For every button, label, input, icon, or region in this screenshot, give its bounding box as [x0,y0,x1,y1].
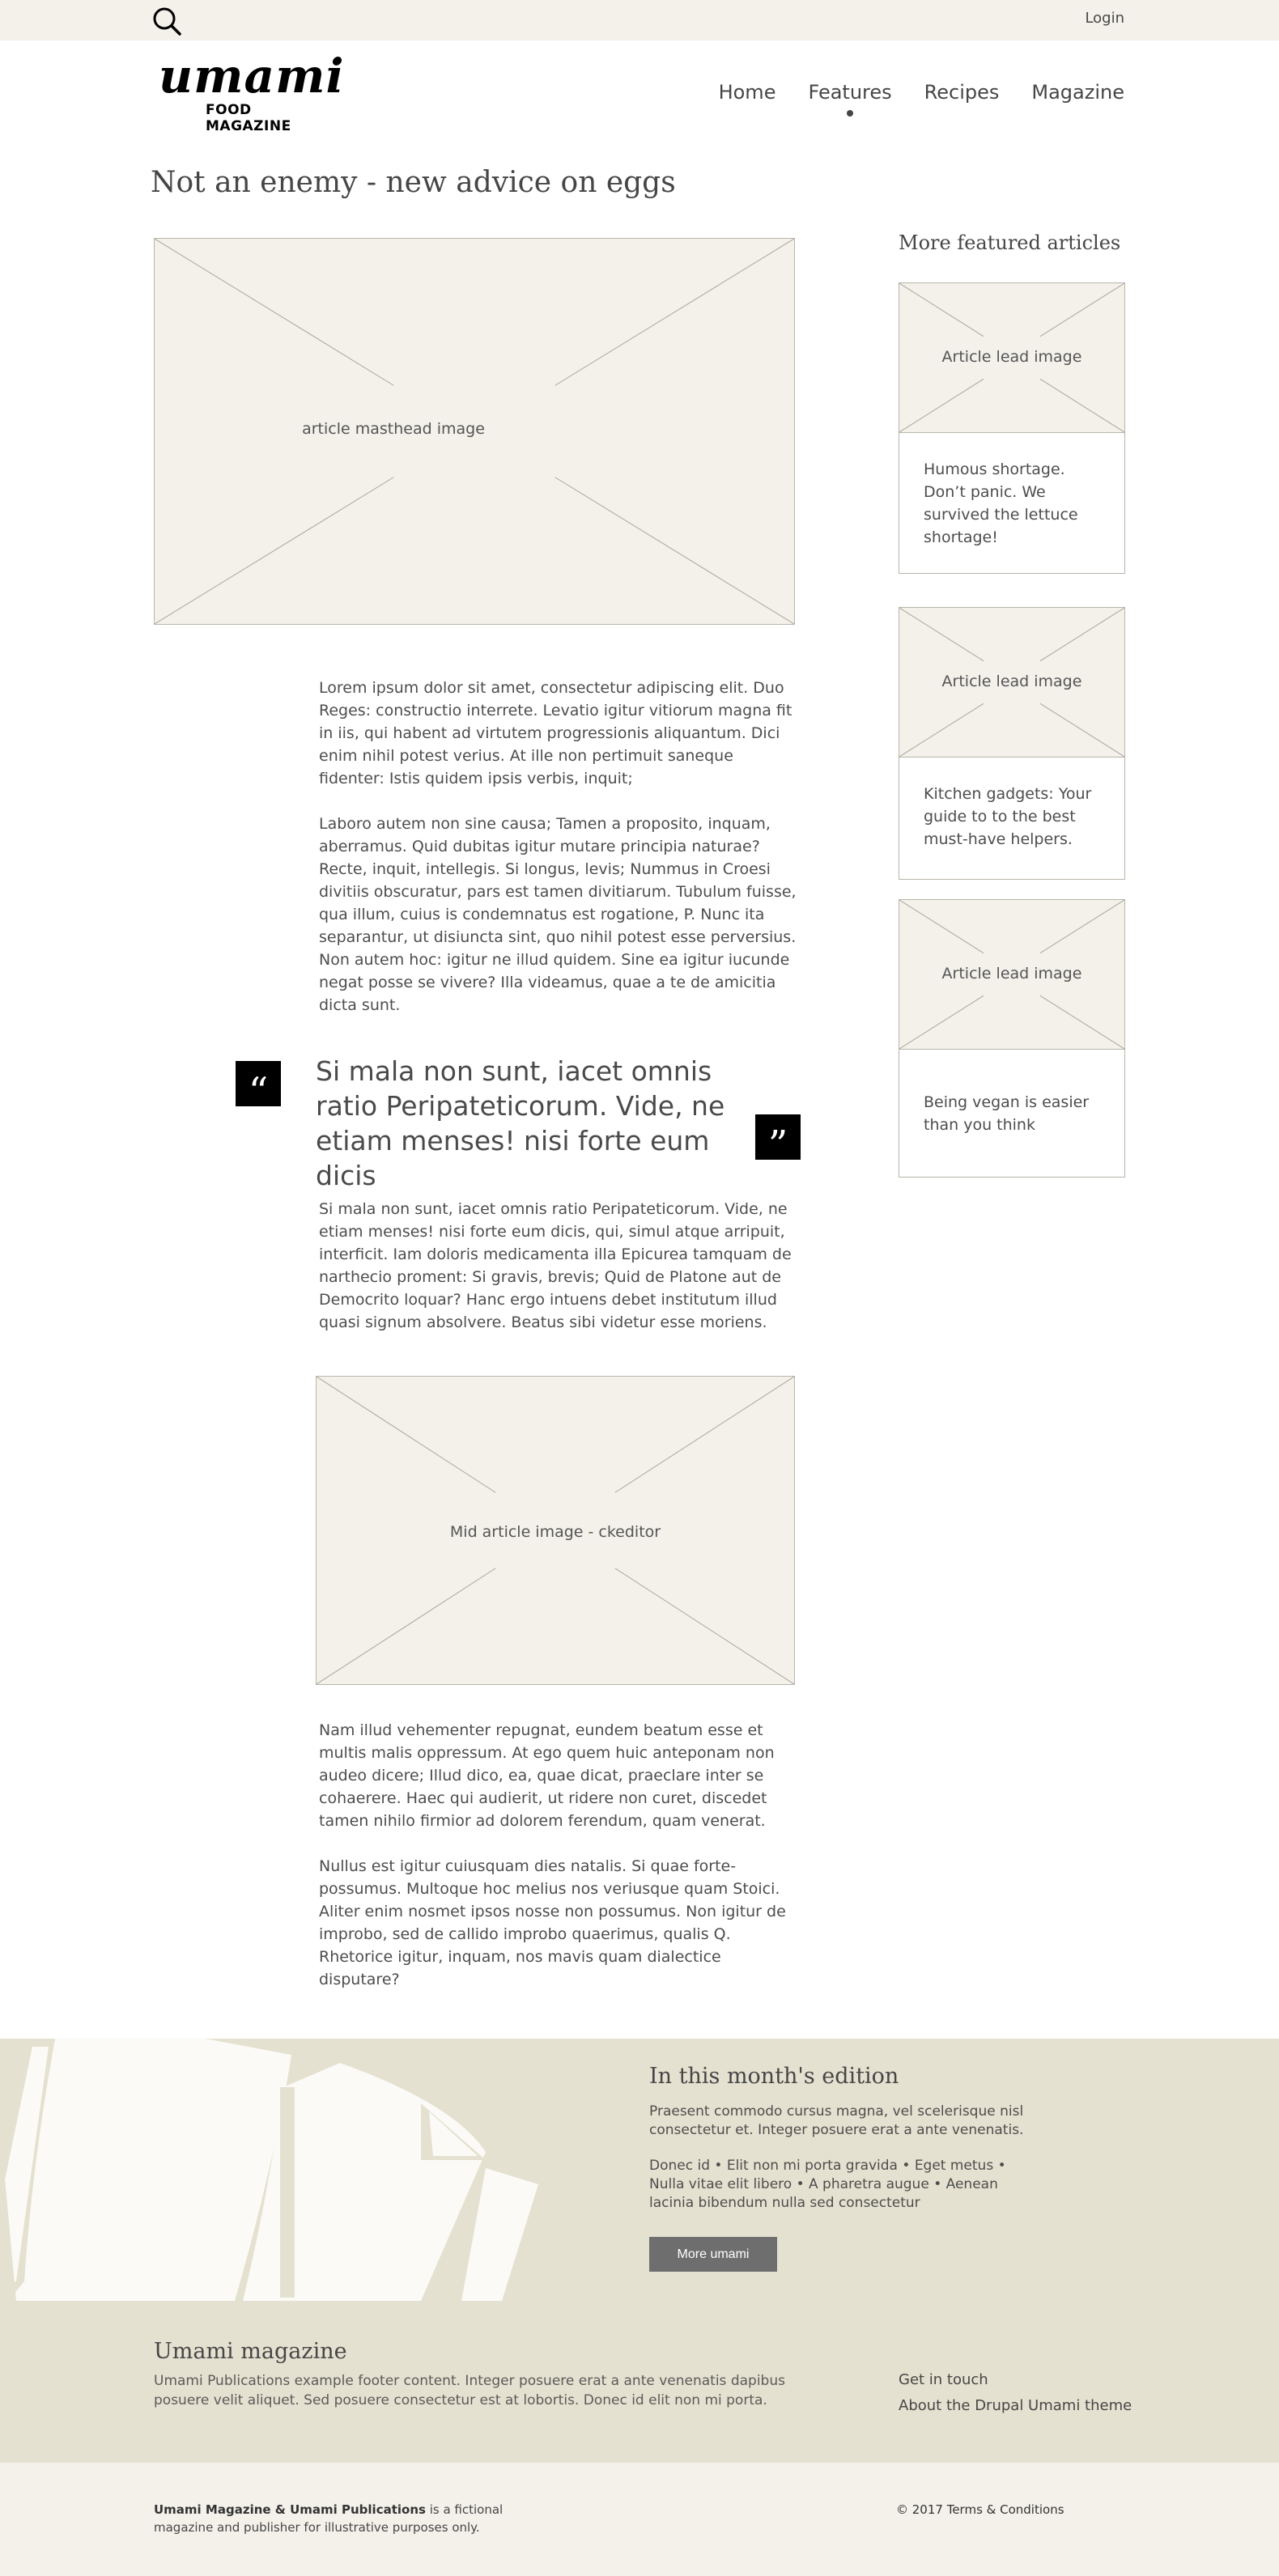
footer-title: Umami magazine [154,2339,347,2364]
lead-image-caption: Article lead image [941,348,1082,366]
quote-open-icon: “ [236,1061,281,1114]
masthead-caption: article masthead image [302,420,485,438]
search-icon[interactable] [151,5,183,37]
login-link[interactable]: Login [1085,10,1124,27]
disclaimer-brand: Umami Magazine & Umami Publications [154,2502,426,2517]
quote-close-icon: ” [755,1114,801,1168]
main-nav: Home Features Recipes Magazine [719,81,1124,117]
lead-image-caption: Article lead image [941,673,1082,690]
article-masthead-image: article masthead image [154,238,795,625]
article-paragraph: Lorem ipsum dolor sit amet, consectetur … [319,679,792,787]
footer-text: Umami Publications example footer conten… [154,2373,785,2408]
mid-image-caption: Mid article image - ckeditor [449,1523,661,1541]
article-paragraph: Si mala non sunt, iacet omnis ratio Peri… [319,1200,792,1331]
promo-text: Praesent commodo cursus magna, vel scele… [649,2103,1024,2138]
logo-wordmark: umami [159,49,345,104]
featured-article-card[interactable]: Article lead image Humous shortage. Don’… [899,282,1125,574]
more-umami-button[interactable]: More umami [649,2237,777,2272]
featured-article-card[interactable]: Article lead image Being vegan is easier… [899,899,1125,1178]
sidebar-title: More featured articles [899,231,1121,254]
nav-home[interactable]: Home [719,81,776,104]
article-paragraph: Nullus est igitur cuiusquam dies natalis… [319,1857,786,1988]
mid-article-image: Mid article image - ckeditor [316,1376,795,1685]
nav-features[interactable]: Features [808,81,892,117]
copyright[interactable]: © 2017 Terms & Conditions [896,2502,1064,2517]
nav-recipes[interactable]: Recipes [924,81,1000,104]
site-logo[interactable]: umami FOOD MAGAZINE [159,49,344,134]
pull-quote: Si mala non sunt, iacet omnis ratio Peri… [316,1055,725,1191]
article-lead-image: Article lead image [899,608,1124,758]
article-paragraph: Nam illud vehementer repugnat, eundem be… [319,1721,775,1830]
promo-list: Donec id • Elit non mi porta gravida • E… [649,2158,1006,2211]
card-title[interactable]: Humous shortage. Don’t panic. We survive… [924,458,1110,549]
lead-image-caption: Article lead image [941,965,1082,982]
article-lead-image: Article lead image [899,283,1124,433]
logo-subtitle: FOOD MAGAZINE [206,102,291,134]
article-paragraph: Laboro autem non sine causa; Tamen a pro… [319,815,797,1014]
nav-magazine[interactable]: Magazine [1031,81,1124,104]
footer-link-about-theme[interactable]: About the Drupal Umami theme [899,2397,1132,2414]
magazine-illustration [0,2039,538,2301]
footer-link-get-in-touch[interactable]: Get in touch [899,2371,988,2388]
card-title[interactable]: Being vegan is easier than you think [924,1091,1110,1136]
article-lead-image: Article lead image [899,900,1124,1050]
disclaimer: Umami Magazine & Umami Publications is a… [154,2501,542,2536]
promo-band [0,2039,1279,2301]
featured-article-card[interactable]: Article lead image Kitchen gadgets: Your… [899,607,1125,880]
card-title[interactable]: Kitchen gadgets: Your guide to to the be… [924,783,1110,851]
page-title: Not an enemy - new advice on eggs [151,166,676,199]
promo-title: In this month's edition [649,2064,899,2089]
